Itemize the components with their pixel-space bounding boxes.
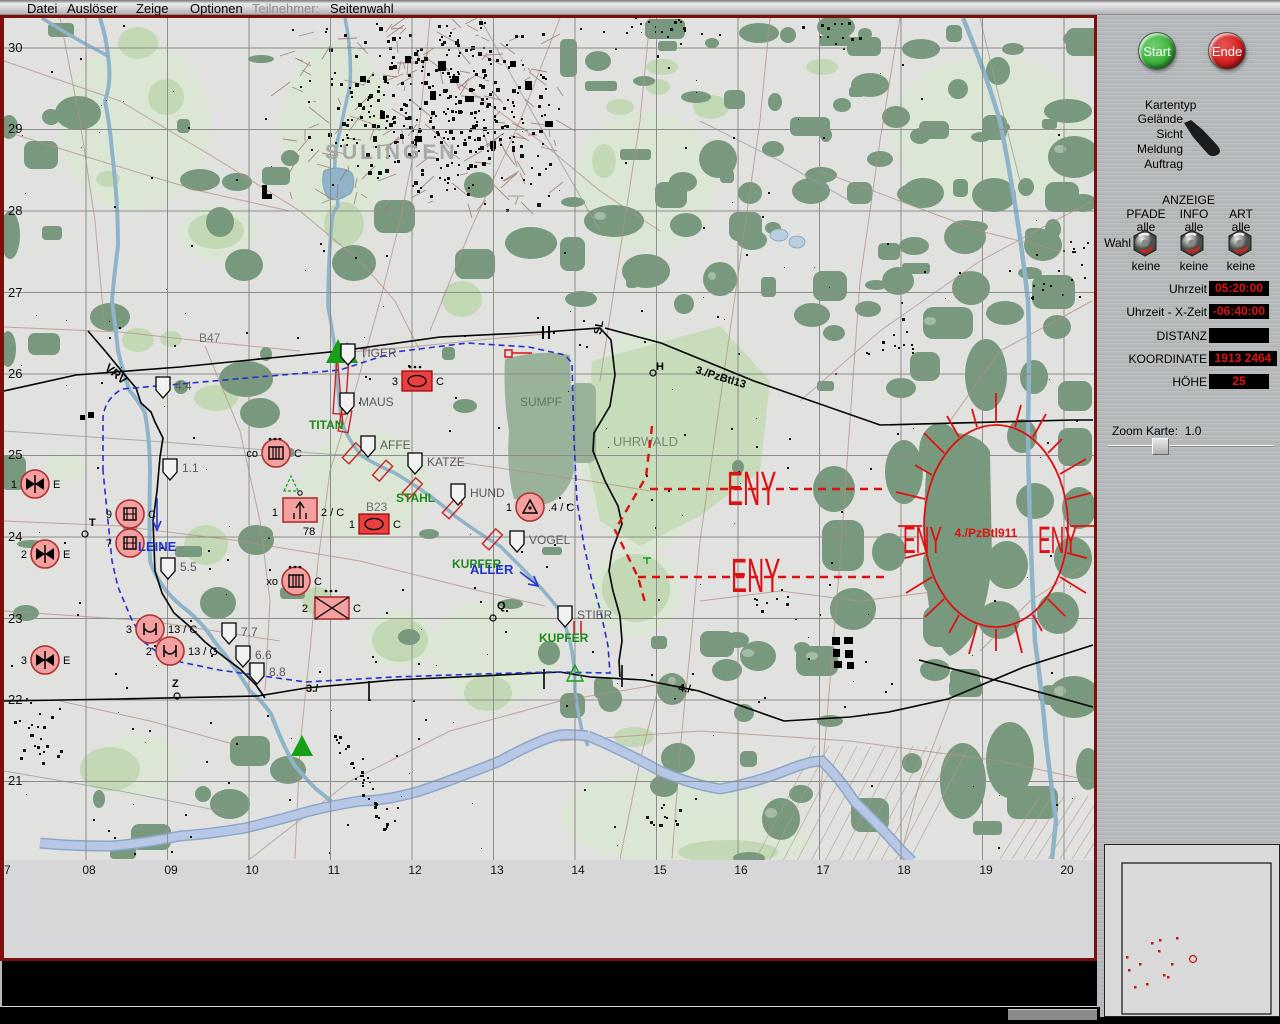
svg-text:ENY: ENY (903, 520, 942, 562)
svg-text:E: E (63, 655, 70, 667)
svg-text:2: 2 (21, 549, 27, 561)
svg-text:27: 27 (8, 285, 22, 300)
svg-text:xo: xo (266, 576, 278, 588)
svg-text:H: H (656, 361, 664, 373)
svg-text:SUMPF: SUMPF (520, 395, 562, 409)
svg-text:SULINGEN: SULINGEN (325, 141, 458, 164)
svg-text:VOGEL: VOGEL (529, 533, 571, 547)
svg-text:ENY: ENY (1038, 520, 1077, 562)
svg-text:ALLER: ALLER (470, 562, 514, 577)
svg-text:28: 28 (8, 203, 22, 218)
svg-text:23: 23 (8, 611, 22, 626)
svg-text:22: 22 (8, 692, 22, 707)
svg-text:4./-: 4./- (678, 682, 696, 696)
svg-text:30: 30 (8, 40, 22, 55)
svg-text:2: 2 (302, 603, 308, 615)
svg-text:C: C (393, 519, 401, 531)
svg-text:3: 3 (126, 624, 132, 636)
svg-text:C: C (294, 448, 302, 460)
svg-text:B47: B47 (199, 331, 221, 345)
svg-text:TITAN: TITAN (309, 418, 343, 432)
svg-text:2: 2 (146, 646, 152, 658)
svg-text:4./PzBtl911: 4./PzBtl911 (955, 526, 1018, 540)
svg-text:E: E (63, 549, 70, 561)
svg-text:21: 21 (8, 773, 22, 788)
svg-text:Z: Z (172, 678, 179, 690)
svg-text:E: E (53, 479, 60, 491)
svg-text:C: C (353, 603, 361, 615)
svg-text:co: co (246, 448, 258, 460)
svg-text:8.8: 8.8 (269, 665, 286, 679)
svg-text:1: 1 (11, 479, 17, 491)
svg-text:T: T (89, 517, 96, 529)
svg-text:24: 24 (8, 529, 22, 544)
svg-text:TIGER: TIGER (360, 346, 397, 360)
svg-text:3./: 3./ (306, 683, 318, 695)
svg-text:7: 7 (106, 538, 112, 550)
svg-text:C: C (314, 576, 322, 588)
svg-text:1: 1 (506, 502, 512, 514)
svg-text:25: 25 (8, 447, 22, 462)
svg-text:HUND: HUND (470, 486, 505, 500)
svg-text:LEINE: LEINE (138, 539, 177, 554)
svg-text:STIER: STIER (577, 608, 613, 622)
svg-text:1: 1 (272, 507, 278, 519)
svg-text:C: C (148, 509, 156, 521)
svg-text:13 / G: 13 / G (188, 646, 218, 658)
svg-text:29: 29 (8, 121, 22, 136)
svg-text:26: 26 (8, 366, 22, 381)
svg-text:Q: Q (497, 600, 506, 612)
svg-text:B23: B23 (366, 500, 388, 514)
svg-text:SL: SL (592, 319, 606, 335)
svg-text:7.7: 7.7 (241, 625, 258, 639)
svg-text:AFFE: AFFE (380, 438, 411, 452)
svg-text:3: 3 (392, 376, 398, 388)
svg-text:1.1: 1.1 (182, 461, 199, 475)
svg-text:1: 1 (349, 519, 355, 531)
svg-text:13 / C: 13 / C (168, 624, 197, 636)
svg-text:2 / C: 2 / C (321, 507, 344, 519)
svg-text:78: 78 (303, 526, 315, 538)
svg-text:.4 / C: .4 / C (548, 502, 574, 514)
svg-text:MAUS: MAUS (359, 395, 394, 409)
svg-text:3: 3 (21, 655, 27, 667)
svg-text:4.4: 4.4 (175, 379, 192, 393)
svg-text:9: 9 (106, 509, 112, 521)
svg-text:STAHL: STAHL (396, 491, 435, 505)
svg-text:KATZE: KATZE (427, 455, 465, 469)
svg-text:UHRWALD: UHRWALD (613, 434, 678, 449)
svg-text:KUPFER: KUPFER (539, 631, 589, 645)
svg-text:C: C (436, 376, 444, 388)
svg-text:5.5: 5.5 (180, 560, 197, 574)
svg-text:6.6: 6.6 (255, 648, 272, 662)
